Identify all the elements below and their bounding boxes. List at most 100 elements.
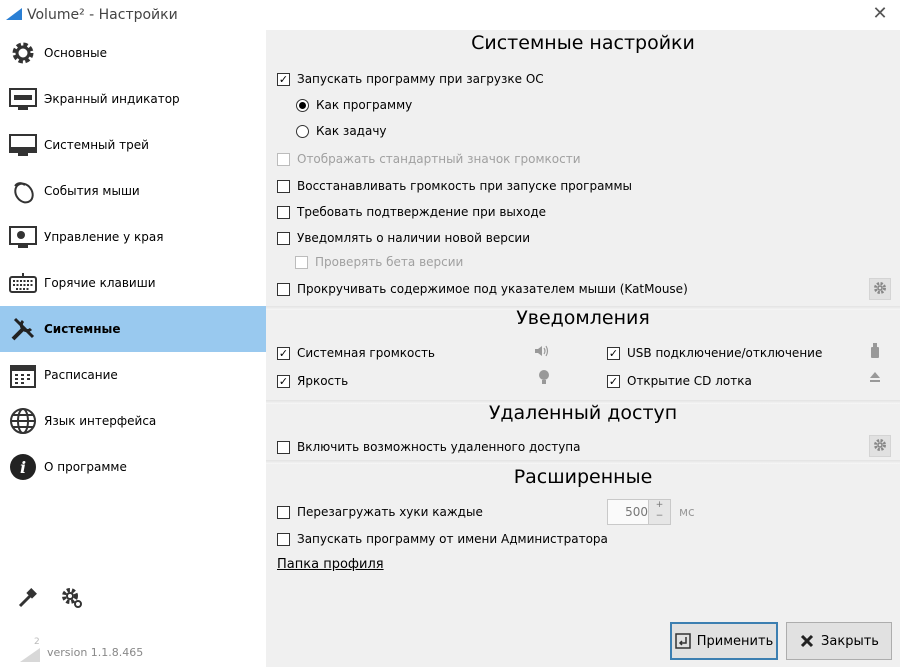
as-task-radio[interactable]: Как задачу — [296, 124, 387, 138]
checkbox-label: Яркость — [297, 374, 349, 388]
checkbox-label: Запускать программу при загрузке ОС — [297, 72, 544, 86]
close-button[interactable]: Закрыть — [786, 622, 892, 660]
sidebar-tools — [16, 586, 84, 610]
sidebar-item-label: Экранный индикатор — [44, 92, 180, 106]
eject-icon — [867, 369, 883, 385]
usb-icon — [867, 343, 883, 359]
reload-hooks-checkbox[interactable]: Перезагружать хуки каждые — [277, 505, 483, 519]
checkbox-box — [295, 255, 308, 269]
sidebar-item-label: События мыши — [44, 184, 140, 198]
sidebar-item-label: Горячие клавиши — [44, 276, 156, 290]
sidebar-item-general[interactable]: Основные — [0, 30, 266, 76]
checkbox-box — [277, 505, 290, 519]
sidebar-item-language[interactable]: Язык интерфейса — [0, 398, 266, 444]
title-bar: Volume² - Настройки ✕ — [0, 0, 900, 30]
settings-gear-icon[interactable] — [60, 586, 84, 610]
apply-label: Применить — [696, 633, 774, 649]
notify-update-checkbox[interactable]: Уведомлять о наличии новой версии — [277, 231, 530, 245]
radio-label: Как программу — [316, 98, 413, 112]
bulb-icon — [536, 369, 552, 385]
checkbox-label: Включить возможность удаленного доступа — [297, 440, 581, 454]
apply-icon — [675, 633, 691, 649]
checkbox-box — [277, 282, 290, 296]
settings-panel: Системные настройки ✓ Запускать программ… — [266, 30, 900, 667]
checkbox-label: Отображать стандартный значок громкости — [297, 152, 581, 166]
gear-icon — [8, 38, 38, 68]
spinner-arrows-icon[interactable]: + − — [648, 500, 670, 524]
hooks-interval-spinner[interactable]: 500 + − — [607, 499, 671, 525]
brush-icon[interactable] — [16, 586, 40, 610]
section-title-remote: Удаленный доступ — [488, 402, 678, 424]
run-as-admin-checkbox[interactable]: Запускать программу от имени Администрат… — [277, 532, 608, 546]
svg-text:i: i — [20, 458, 26, 477]
sidebar-item-mouse[interactable]: События мыши — [0, 168, 266, 214]
sidebar-item-label: Управление у края — [44, 230, 164, 244]
radio-label: Как задачу — [316, 124, 387, 138]
version-label: version 1.1.8.465 — [47, 646, 144, 659]
hooks-unit-label: мс — [679, 505, 695, 519]
apply-button[interactable]: Применить — [670, 622, 778, 660]
restore-volume-checkbox[interactable]: Восстанавливать громкость при запуске пр… — [277, 179, 632, 193]
sidebar-item-tray[interactable]: Системный трей — [0, 122, 266, 168]
sidebar-item-osd[interactable]: Экранный индикатор — [0, 76, 266, 122]
katmouse-settings-button[interactable] — [869, 278, 891, 300]
sidebar-item-label: Язык интерфейса — [44, 414, 157, 428]
checkbox-box — [277, 231, 290, 245]
close-label: Закрыть — [821, 633, 879, 649]
tools-icon — [8, 314, 38, 344]
checkbox-label: Открытие CD лотка — [627, 374, 752, 388]
system-volume-checkbox[interactable]: ✓ Системная громкость — [277, 346, 435, 360]
checkbox-box — [277, 532, 290, 546]
info-icon: i — [8, 452, 38, 482]
gear-icon — [873, 281, 887, 298]
sidebar-item-label: Системные — [44, 322, 121, 336]
sidebar-item-about[interactable]: i О программе — [0, 444, 266, 490]
checkbox-label: Системная громкость — [297, 346, 435, 360]
sidebar-item-hotkeys[interactable]: Горячие клавиши — [0, 260, 266, 306]
sidebar-item-system[interactable]: Системные — [0, 306, 266, 352]
checkbox-label: USB подключение/отключение — [627, 346, 823, 360]
checkbox-label: Требовать подтверждение при выходе — [297, 205, 546, 219]
checkbox-box: ✓ — [607, 346, 620, 360]
launch-at-startup-checkbox[interactable]: ✓ Запускать программу при загрузке ОС — [277, 72, 544, 86]
checkbox-box — [277, 179, 290, 193]
svg-text:2: 2 — [34, 637, 40, 647]
sidebar-item-edge[interactable]: Управление у края — [0, 214, 266, 260]
monitor-icon — [8, 84, 38, 114]
close-icon[interactable]: ✕ — [870, 5, 890, 23]
brightness-checkbox[interactable]: ✓ Яркость — [277, 374, 348, 388]
show-std-icon-checkbox[interactable]: Отображать стандартный значок громкости — [277, 152, 581, 166]
speaker-icon — [534, 343, 550, 359]
section-title-notifications: Уведомления — [516, 307, 650, 329]
spinner-value: 500 — [625, 505, 648, 519]
remote-access-checkbox[interactable]: Включить возможность удаленного доступа — [277, 440, 581, 454]
cd-tray-checkbox[interactable]: ✓ Открытие CD лотка — [607, 374, 752, 388]
tray-icon — [8, 130, 38, 160]
confirm-exit-checkbox[interactable]: Требовать подтверждение при выходе — [277, 205, 546, 219]
section-title-system: Системные настройки — [471, 32, 695, 54]
checkbox-label: Запускать программу от имени Администрат… — [297, 532, 608, 546]
remote-settings-button[interactable] — [869, 435, 891, 457]
sidebar: Основные Экранный индикатор Системный тр… — [0, 30, 266, 667]
checkbox-label: Восстанавливать громкость при запуске пр… — [297, 179, 632, 193]
sidebar-item-label: О программе — [44, 460, 127, 474]
as-program-radio[interactable]: Как программу — [296, 98, 412, 112]
profile-folder-link[interactable]: Папка профиля — [277, 557, 384, 572]
usb-checkbox[interactable]: ✓ USB подключение/отключение — [607, 346, 822, 360]
checkbox-label: Проверять бета версии — [315, 255, 464, 269]
checkbox-box: ✓ — [607, 374, 620, 388]
mouse-icon — [8, 176, 38, 206]
calendar-icon — [8, 360, 38, 390]
close-x-icon — [799, 633, 815, 649]
checkbox-label: Прокручивать содержимое под указателем м… — [297, 282, 688, 296]
radio-circle — [296, 98, 309, 112]
keyboard-icon — [8, 268, 38, 298]
app-logo-icon — [6, 8, 22, 23]
window-title: Volume² - Настройки — [27, 7, 178, 23]
katmouse-checkbox[interactable]: Прокручивать содержимое под указателем м… — [277, 282, 688, 296]
sidebar-item-schedule[interactable]: Расписание — [0, 352, 266, 398]
check-beta-checkbox[interactable]: Проверять бета версии — [295, 255, 463, 269]
gear-icon — [873, 438, 887, 455]
checkbox-box: ✓ — [277, 346, 290, 360]
checkbox-box — [277, 205, 290, 219]
